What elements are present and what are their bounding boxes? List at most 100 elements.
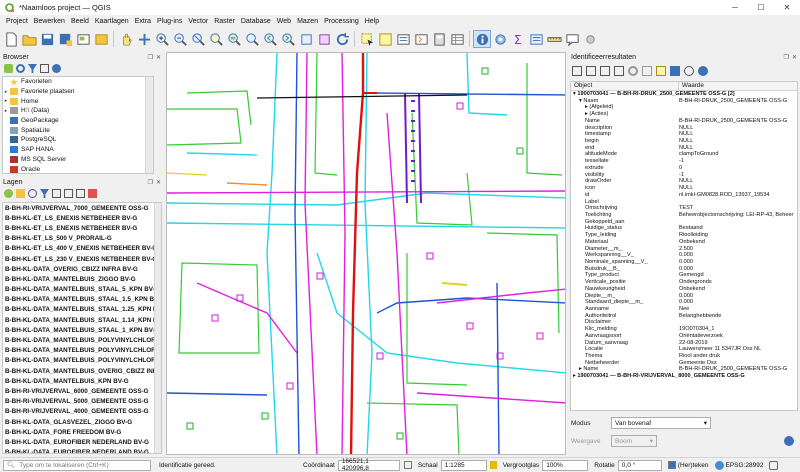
identify-attribute-row[interactable]: ▾ Naam B-BH-RI-DRUK_2500_GEMEENTE OSS-G [571,98,797,105]
identify-attribute-row[interactable]: extrude 0 [571,165,797,172]
close-panel-icon[interactable]: ✕ [792,54,797,61]
add-group-icon[interactable] [16,189,25,198]
filter-icon[interactable] [40,189,49,198]
eye-icon[interactable] [28,189,37,198]
zoom-out-icon[interactable] [171,30,189,48]
zoom-next-icon[interactable] [279,30,297,48]
settings-icon[interactable] [684,66,694,76]
identify-mode-icon[interactable] [670,66,680,76]
browser-item-spatialite[interactable]: SpatiaLite [3,125,153,135]
identify-attribute-row[interactable]: Toelichting Beheerobjectomschrijving: LEI… [571,212,797,219]
identify-attribute-row[interactable]: ▸ (Afgeleid) [571,104,797,111]
layer-item[interactable]: B-BH-KL-DATA_MANTELBUIS_ZIGGO BV-G [3,274,161,284]
scale-combo[interactable]: 1:1285 [440,459,487,471]
layer-item[interactable]: B-BH-KL-DATA_MANTELBUIS_STAAL_1.5_KPN BV… [3,295,161,305]
identify-attribute-row[interactable]: drawOrder NULL [571,178,797,185]
minimize-icon[interactable]: ─ [722,0,748,15]
identify-attribute-row[interactable]: Thema Riool ander druk [571,353,797,360]
browser-item-data-drive[interactable]: ▸ H:\ (Data) [3,106,153,116]
identify-attribute-row[interactable]: end NULL [571,145,797,152]
select-by-value-icon[interactable] [394,30,412,48]
layer-item[interactable]: B-BH-KL-ET_LS_ENEXIS NETBEHEER BV-G [3,213,161,223]
pan-icon[interactable] [117,30,135,48]
identify-attribute-row[interactable]: Nauwkeurigheid Onbekend [571,286,797,293]
identify-attribute-row[interactable]: Buisdruk__B_ 0.000 [571,266,797,273]
identify-attribute-row[interactable]: Locatie Lauwersmeer 11 5347JR Oss NL [571,346,797,353]
identify-attribute-row[interactable]: Type_leiding Rioolleiding [571,232,797,239]
identify-attribute-row[interactable]: begin NULL [571,138,797,145]
identify-attribute-row[interactable]: Disclaimer [571,319,797,326]
field-calculator-icon[interactable] [430,30,448,48]
menu-raster[interactable]: Raster [211,18,238,25]
sum-icon[interactable]: Σ [509,30,527,48]
identify-attribute-row[interactable]: Werkspanning__V_ 0.000 [571,252,797,259]
measure-icon[interactable] [545,30,563,48]
identify-attribute-row[interactable]: Aanname Nee [571,306,797,313]
help-icon[interactable] [784,436,794,446]
copy-feature-icon[interactable] [642,66,652,76]
browser-scrollbar[interactable] [145,77,153,173]
close-panel-icon[interactable]: ✕ [156,54,161,61]
menu-extra[interactable]: Extra [132,18,154,25]
collapse-all-icon[interactable] [586,66,596,76]
close-panel-icon[interactable]: ✕ [156,179,161,186]
layer-item[interactable]: B-BH-KL-ET_LS_500 V_PRORAIL-G [3,234,161,244]
identify-attribute-row[interactable]: ▸ (Acties) [571,111,797,118]
identify-attribute-row[interactable]: Gekoppeld_aan [571,219,797,226]
extent-icon[interactable] [403,461,412,469]
identify-attribute-row[interactable]: id nl.imkl-GM0828.ROD_13937_19534 [571,192,797,199]
layer-item[interactable]: B-BH-KL-DATA_MANTELBUIS_POLYVINYLCHLORID… [3,346,161,356]
layer-item[interactable]: B-BH-KL-DATA_OVERIG_CBIZZ INFRA BV-G [3,264,161,274]
browser-item-geopackage[interactable]: GeoPackage [3,116,153,126]
menu-kaartlagen[interactable]: Kaartlagen [92,18,132,25]
zoom-feature-icon[interactable] [628,66,638,76]
layer-item[interactable]: B-BH-KL-DATA_EUROFIBER NEDERLAND BV-G [3,437,161,447]
refresh-icon[interactable] [16,64,25,73]
menu-processing[interactable]: Processing [321,18,362,25]
remove-layer-icon[interactable] [88,189,97,198]
deselect-icon[interactable] [376,30,394,48]
identify-feature-row[interactable]: ▾ 1900703041 — B-BH-RI-DRUK_2500_GEMEENT… [571,91,797,98]
identify-attribute-row[interactable]: Nominale_spanning__V_ 0.000 [571,259,797,266]
style-icon[interactable] [4,189,13,198]
identify-attribute-row[interactable]: Diepte__m_ 0.000 [571,293,797,300]
new-project-icon[interactable] [2,30,20,48]
menu-mazen[interactable]: Mazen [294,18,321,25]
browser-item-ms-sql-server[interactable]: MS SQL Server [3,155,153,165]
col-object[interactable]: Object [571,82,679,90]
layer-item[interactable]: B-BH-KL-DATA_EUROFIBER NEDERLAND BV-G [3,448,161,453]
layer-item[interactable]: B-BH-KL-DATA_FORE FREEDOM BV-G [3,427,161,437]
layer-item[interactable]: B-BH-RI-VRIJVERVAL_4000_GEMEENTE OSS-G [3,407,161,417]
zoom-layer-icon[interactable] [225,30,243,48]
menu-beeld[interactable]: Beeld [68,18,92,25]
zoom-selection-icon[interactable] [207,30,225,48]
magnifier-spinbox[interactable]: 100% [542,459,589,471]
expression-filter-icon[interactable] [52,189,61,198]
identify-icon[interactable] [473,30,491,48]
filter-icon[interactable] [28,64,37,73]
show-bookmarks-icon[interactable] [315,30,333,48]
new-bookmark-icon[interactable] [297,30,315,48]
crs-label[interactable]: EPSG:28992 [726,462,764,469]
identify-attribute-row[interactable]: Aanvraagsoort Oriëntatieverzoek [571,333,797,340]
layer-item[interactable]: B-BH-KL-ET_LS_230 V_ENEXIS NETBEHEER BV-… [3,254,161,264]
add-icon[interactable] [4,64,13,73]
identify-attribute-row[interactable]: Authoriteitrol Belanghebbende [571,313,797,320]
lock-scale-icon[interactable] [489,461,497,469]
refresh-icon[interactable] [333,30,351,48]
collapse-icon[interactable] [40,64,49,73]
layer-item[interactable]: B-BH-RI-VRIJVERVAL_7000_GEMEENTE OSS-G [3,203,161,213]
save-project-icon[interactable] [38,30,56,48]
collapse-all-icon[interactable] [76,189,85,198]
zoom-full-icon[interactable] [189,30,207,48]
identify-attribute-row[interactable]: Verticale_positie Ondergronds [571,279,797,286]
identify-attribute-row[interactable]: visibility -1 [571,172,797,179]
close-icon[interactable]: ✕ [774,0,800,15]
settings-icon[interactable] [491,30,509,48]
expand-new-icon[interactable] [600,66,610,76]
annotation-icon[interactable] [563,30,581,48]
identify-attribute-row[interactable]: tessellate -1 [571,158,797,165]
identify-attribute-row[interactable]: timestamp NULL [571,131,797,138]
expand-all-icon[interactable] [64,189,73,198]
locator-search-input[interactable]: 🔍︎ Type om te lokaliseren (Ctrl+K) [3,459,151,471]
